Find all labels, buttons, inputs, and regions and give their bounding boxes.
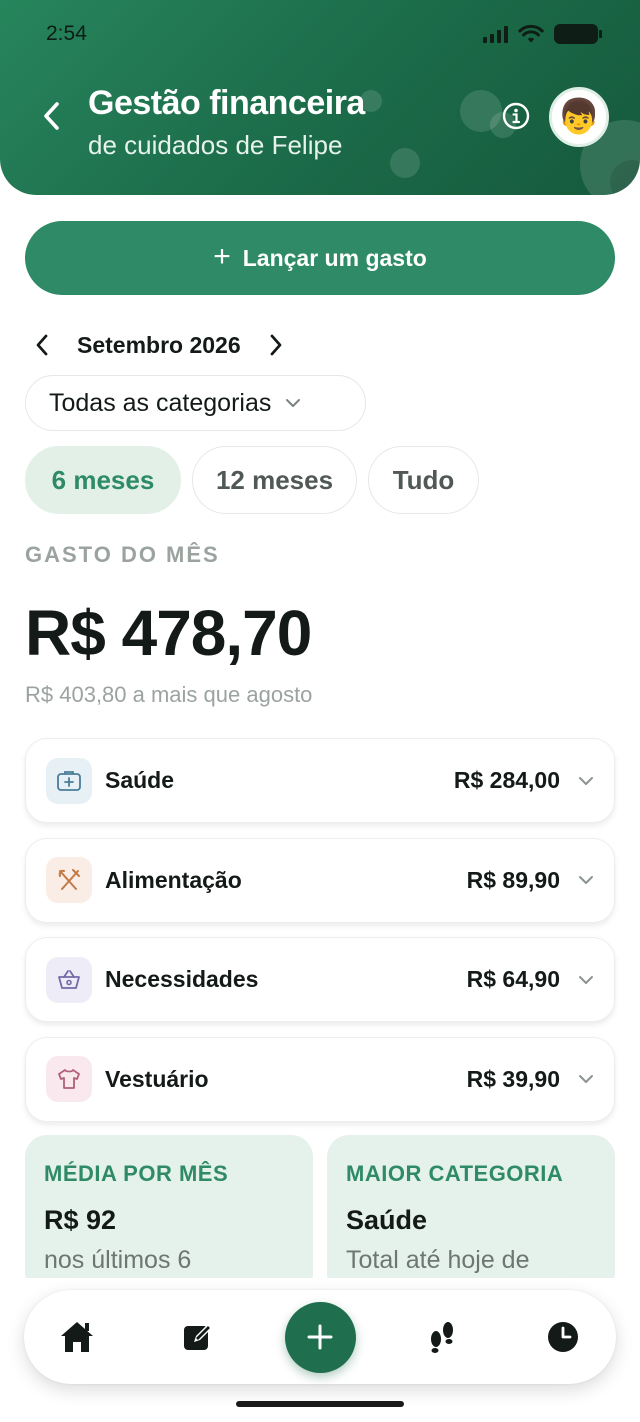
range-chips: 6 meses 12 meses Tudo [25,446,479,514]
status-time: 2:54 [46,22,87,45]
stat-label: MÉDIA POR MÊS [44,1161,229,1186]
month-spend-total: R$ 478,70 [25,597,312,669]
avatar-emoji: 👦 [557,97,601,137]
category-row-alimentacao[interactable]: Alimentação R$ 89,90 [25,837,615,923]
previous-month-button[interactable] [25,326,59,364]
add-expense-button[interactable]: + Lançar um gasto [25,221,615,295]
page-title: Gestão financeira [88,84,365,122]
category-row-vestuario[interactable]: Vestuário R$ 39,90 [25,1036,615,1122]
chevron-left-icon [44,102,59,130]
plus-icon: + [213,239,231,273]
avatar[interactable]: 👦 [549,87,609,147]
wifi-icon [518,24,544,43]
category-name: Vestuário [105,1065,209,1092]
stat-card-monthly-average: MÉDIA POR MÊS R$ 92 nos últimos 6 [25,1135,313,1295]
back-button[interactable] [34,96,70,136]
home-icon [61,1322,93,1352]
stat-subtext: nos últimos 6 [44,1246,192,1274]
home-indicator [236,1401,404,1407]
range-chip-12-months[interactable]: 12 meses [192,446,357,514]
add-icon [307,1324,333,1350]
month-navigator: Setembro 2026 [25,326,315,364]
category-select-value: Todas as categorias [49,388,272,417]
tab-activity[interactable] [407,1302,477,1372]
month-label: Setembro 2026 [77,331,241,358]
info-icon [502,102,530,130]
status-icons [483,24,602,44]
chevron-down-icon [286,399,301,407]
footprints-icon [430,1322,453,1353]
category-name: Saúde [105,767,175,793]
range-chip-6-months[interactable]: 6 meses [25,446,181,514]
chevron-down-icon [579,1075,593,1083]
tab-notes[interactable] [163,1302,233,1372]
page-subtitle: de cuidados de Felipe [88,130,343,160]
category-row-saude[interactable]: Saúde R$ 284,00 [25,738,615,823]
first-aid-kit-icon [46,757,92,804]
category-select[interactable]: Todas as categorias [25,375,366,431]
month-spend-caption: GASTO DO MÊS [25,542,220,567]
category-name: Necessidades [105,966,259,992]
fork-knife-icon [46,857,92,903]
chevron-right-icon [270,334,282,356]
add-fab-button[interactable] [284,1301,356,1373]
basket-icon [46,956,92,1003]
category-value: R$ 89,90 [466,866,560,893]
info-button[interactable] [502,102,530,130]
stat-label: MAIOR CATEGORIA [346,1161,564,1186]
category-row-necessidades[interactable]: Necessidades R$ 64,90 [25,937,615,1022]
category-value: R$ 39,90 [466,1065,560,1092]
chevron-down-icon [579,975,593,984]
category-value: R$ 284,00 [453,767,560,793]
category-name: Alimentação [105,866,242,893]
stat-subtext: Total até hoje de [346,1246,530,1274]
edit-note-icon [184,1323,214,1350]
chevron-down-icon [579,876,593,884]
stat-value: R$ 92 [44,1205,117,1235]
clock-icon [548,1322,578,1352]
range-chip-all[interactable]: Tudo [368,446,479,514]
tab-home[interactable] [42,1302,112,1372]
tab-bar [24,1290,616,1384]
tshirt-icon [46,1056,92,1102]
stat-card-top-category: MAIOR CATEGORIA Saúde Total até hoje de [327,1135,615,1295]
chevron-down-icon [579,776,593,785]
next-month-button[interactable] [259,326,293,364]
month-spend-comparison: R$ 403,80 a mais que agosto [25,682,313,707]
chevron-left-icon [36,334,48,356]
tab-history[interactable] [528,1302,598,1372]
category-list: Saúde R$ 284,00 Alimentação R$ 89,90 Nec… [25,738,615,1136]
header: 2:54 Gestão financeira de cuidados de Fe… [0,0,640,195]
add-expense-label: Lançar um gasto [242,244,427,271]
category-value: R$ 64,90 [466,966,560,992]
stat-value: Saúde [346,1205,428,1235]
signal-icon [483,25,508,43]
battery-icon [554,24,602,44]
